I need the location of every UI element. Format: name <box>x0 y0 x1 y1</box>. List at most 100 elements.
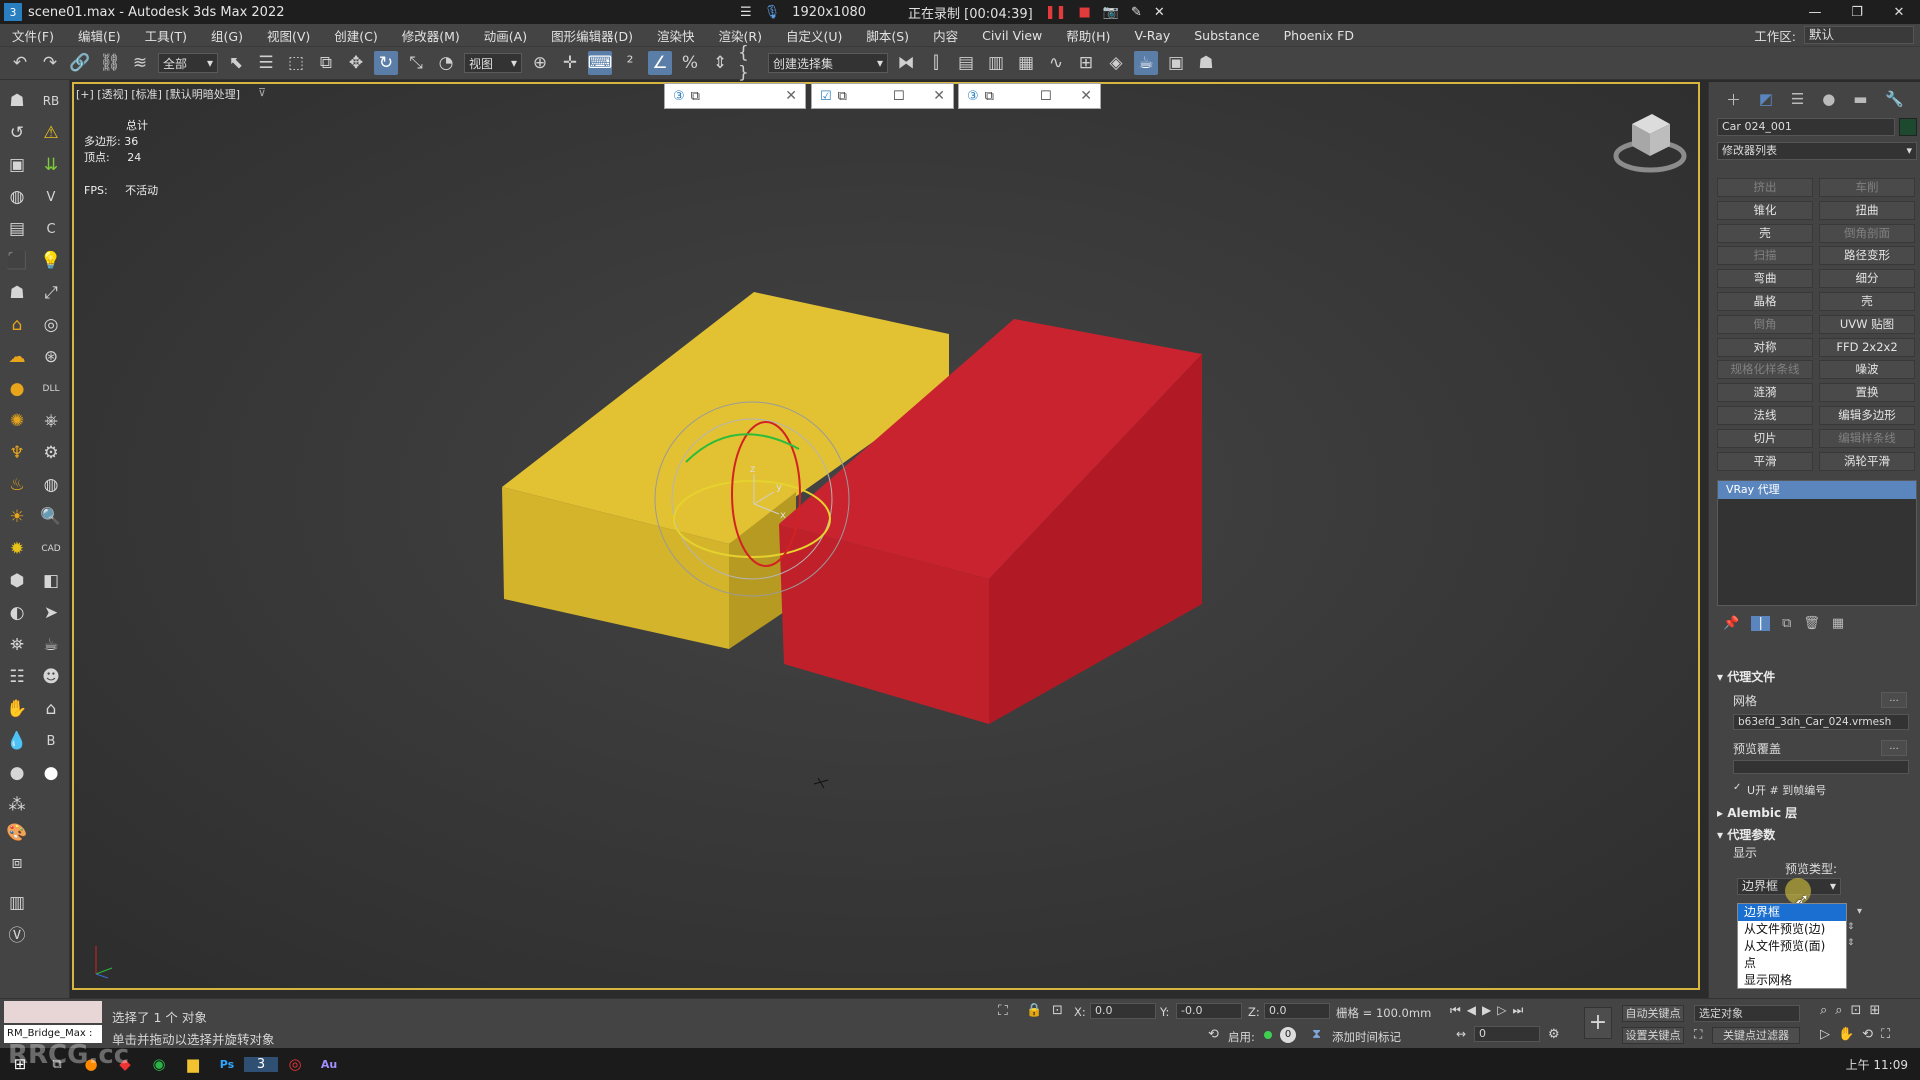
perspective-viewport[interactable]: z y x <box>72 82 1700 990</box>
key-filters-button[interactable]: 关键点过滤器 <box>1712 1027 1800 1044</box>
menu-view[interactable]: 视图(V) <box>255 26 322 45</box>
modifier-button[interactable]: 法线 <box>1717 406 1813 425</box>
spinner-snap-icon[interactable]: ⇕ <box>708 51 732 75</box>
spinner-icon[interactable]: ⇕ <box>1847 922 1855 932</box>
render-object-icon[interactable]: ⬛ <box>4 248 30 274</box>
modifier-button[interactable]: 涟漪 <box>1717 383 1813 403</box>
rollout-proxy-file[interactable]: ▾ 代理文件 <box>1717 668 1917 686</box>
remove-modifier-icon[interactable]: 🗑 <box>1803 616 1820 631</box>
nodes-icon[interactable]: ⁂ <box>4 792 30 818</box>
pin-icon[interactable]: 📌 <box>1723 616 1739 631</box>
modifier-button[interactable]: UVW 贴图 <box>1819 314 1915 334</box>
preview-type-options[interactable]: 边界框 从文件预览(边) 从文件预览(面) 点 显示网格 <box>1737 903 1847 989</box>
grid-tool-icon[interactable]: ⊛ <box>38 344 64 370</box>
angle-snap-icon[interactable]: ∠ <box>648 51 672 75</box>
filter-icon[interactable]: ⊽ <box>258 86 266 99</box>
v-button[interactable]: V <box>38 184 64 210</box>
globe-icon[interactable]: ◍ <box>38 472 64 498</box>
warning-icon[interactable]: ⚠ <box>38 120 64 146</box>
restore-icon[interactable]: ⧉ <box>691 89 700 104</box>
mesh-browse-button[interactable]: ... <box>1881 692 1907 708</box>
wechat-icon[interactable]: ◉ <box>142 1055 176 1073</box>
recorder-icon[interactable]: ◎ <box>278 1055 312 1073</box>
playback-controls[interactable]: ⏮◀▶▷⏭ <box>1450 1003 1529 1018</box>
mesh-file-field[interactable]: b63efd_3dh_Car_024.vrmesh <box>1733 714 1909 730</box>
modifier-button[interactable]: 涡轮平滑 <box>1819 451 1915 471</box>
menu-customize[interactable]: 自定义(U) <box>774 26 854 45</box>
rollout-proxy-params[interactable]: ▾ 代理参数 <box>1717 826 1917 844</box>
menu-civil-view[interactable]: Civil View <box>970 28 1054 43</box>
teapot-icon[interactable]: ☗ <box>4 88 30 114</box>
align-icon[interactable]: ⫿ <box>924 51 948 75</box>
time-tag-counter[interactable]: 0 <box>1280 1027 1296 1043</box>
current-frame-field[interactable]: 0 <box>1474 1026 1540 1042</box>
modifier-button[interactable]: 噪波 <box>1819 360 1915 380</box>
modifier-button[interactable]: FFD 2x2x2 <box>1819 337 1915 357</box>
modifier-button[interactable]: 倒角 <box>1717 314 1813 334</box>
preview-override-field[interactable] <box>1733 760 1909 774</box>
rect-select-icon[interactable]: ⬚ <box>284 51 308 75</box>
motion-tab-icon[interactable]: ● <box>1822 90 1835 108</box>
pause-icon[interactable]: ❚❚ <box>1045 5 1067 20</box>
box-icon[interactable]: ▣ <box>4 152 30 178</box>
menu-create[interactable]: 创建(C) <box>322 26 389 45</box>
curve-editor-icon[interactable]: ∿ <box>1044 51 1068 75</box>
object-name-field[interactable]: Car 024_001 <box>1717 118 1895 136</box>
lamp2-icon[interactable]: ♆ <box>4 440 30 466</box>
list-icon[interactable]: ☷ <box>4 664 30 690</box>
chevrons-down-icon[interactable]: ⇊ <box>38 152 64 178</box>
viewport-nav-controls-2[interactable]: ▷✋⟲⛶ <box>1820 1027 1898 1042</box>
lamp-icon[interactable]: ⌂ <box>4 312 30 338</box>
close-icon[interactable]: ✕ <box>785 88 797 104</box>
minimize-button[interactable]: — <box>1794 0 1836 24</box>
flame-icon[interactable]: ♨ <box>4 472 30 498</box>
maxscript-listener-preview[interactable] <box>4 1001 102 1023</box>
menu-file[interactable]: 文件(F) <box>0 26 66 45</box>
modifier-button[interactable]: 扭曲 <box>1819 200 1915 220</box>
restore-icon[interactable]: ⧉ <box>838 89 847 104</box>
select-object-icon[interactable]: ⬉ <box>224 51 248 75</box>
make-unique-icon[interactable]: ⧉ <box>1782 616 1791 631</box>
close-icon[interactable]: ✕ <box>1080 88 1092 104</box>
keyboard-shortcut-icon[interactable]: ⌨ <box>588 51 612 75</box>
undo-icon[interactable]: ↶ <box>8 51 32 75</box>
menu-icon[interactable]: ☰ <box>740 5 752 20</box>
rotate-icon[interactable]: ↻ <box>374 51 398 75</box>
sun-icon[interactable]: ☀ <box>4 504 30 530</box>
cloud-icon[interactable]: ☁ <box>4 344 30 370</box>
c-button[interactable]: C <box>38 216 64 242</box>
select-by-name-icon[interactable]: ☰ <box>254 51 278 75</box>
menu-substance[interactable]: Substance <box>1182 28 1271 43</box>
menu-help[interactable]: 帮助(H) <box>1054 26 1122 45</box>
restore-icon[interactable]: ⧉ <box>985 89 994 104</box>
render-icon[interactable]: ☗ <box>1194 51 1218 75</box>
set-key-button[interactable]: + <box>1584 1007 1612 1039</box>
vray-logo-icon[interactable]: Ⓥ <box>4 920 30 946</box>
modifier-button[interactable]: 锥化 <box>1717 200 1813 220</box>
spinner-icon[interactable]: ⇕ <box>1847 938 1855 948</box>
stack-item-vray-proxy[interactable]: VRay 代理 <box>1718 481 1916 499</box>
teapot3-icon[interactable]: ☕ <box>38 632 64 658</box>
floating-window-1[interactable]: ③ ⧉ ✕ <box>664 83 806 109</box>
script-icon[interactable]: ➤ <box>38 600 64 626</box>
menu-group[interactable]: 组(G) <box>199 26 255 45</box>
set-key-label[interactable]: 设置关键点 <box>1622 1027 1684 1044</box>
modifier-button[interactable]: 置换 <box>1819 383 1915 403</box>
auto-key-button[interactable]: 自动关键点 <box>1622 1005 1684 1022</box>
window-crossing-icon[interactable]: ⧉ <box>314 51 338 75</box>
menu-phoenix[interactable]: Phoenix FD <box>1272 28 1366 43</box>
unlink-icon[interactable]: ⛓ <box>98 51 122 75</box>
menu-vray[interactable]: V-Ray <box>1122 28 1182 43</box>
bind-spacewarp-icon[interactable]: ≋ <box>128 51 152 75</box>
audition-icon[interactable]: Au <box>312 1058 346 1071</box>
y-coord-field[interactable]: -0.0 <box>1176 1003 1242 1019</box>
maximize-icon[interactable]: ☐ <box>1040 89 1052 104</box>
percent-snap-icon[interactable]: % <box>678 51 702 75</box>
atom-icon[interactable]: ✺ <box>4 408 30 434</box>
move-icon[interactable]: ✥ <box>344 51 368 75</box>
modifier-button[interactable]: 壳 <box>1717 223 1813 243</box>
object-icon[interactable]: ◍ <box>4 184 30 210</box>
layer-explorer-icon[interactable]: ▤ <box>954 51 978 75</box>
white-ball-icon[interactable]: ● <box>38 760 64 786</box>
rb-button[interactable]: RB <box>38 88 64 114</box>
